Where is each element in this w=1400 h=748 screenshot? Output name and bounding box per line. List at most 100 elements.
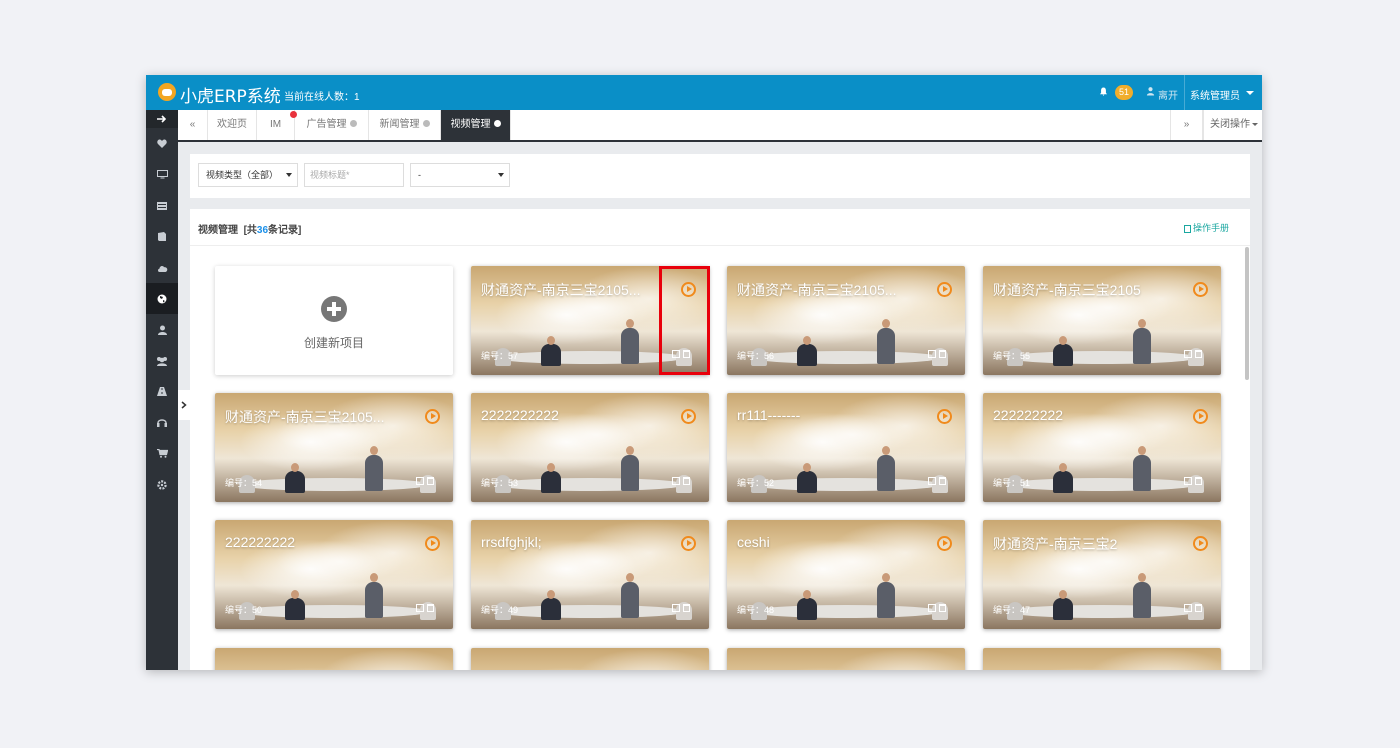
play-circle-icon[interactable] [937,409,952,424]
video-card-partial[interactable] [983,648,1221,670]
play-circle-icon[interactable] [425,536,440,551]
play-circle-icon[interactable] [937,282,952,297]
sidebar-item-favorites-heart-icon[interactable] [146,128,178,159]
presenter-figure [1133,455,1151,491]
edit-icon[interactable] [1184,604,1192,612]
tab-video-management[interactable]: 视频管理 [441,110,511,140]
close-icon[interactable] [493,119,501,127]
card-actions [672,350,690,360]
tab-welcome[interactable]: 欢迎页 [208,110,257,140]
scrollbar[interactable] [1245,247,1249,380]
sidebar-item-settings-gear-icon[interactable] [146,469,178,500]
user-menu[interactable]: 系统管理员 [1190,87,1240,102]
video-title: 财通资产-南京三宝2105... [225,409,385,425]
video-card[interactable]: 2222222222 编号：53 [471,393,709,502]
trash-icon[interactable] [683,477,690,485]
tab-bar: « 欢迎页 IM 广告管理 新闻管理 视频管理 » 关闭操作 [178,110,1262,142]
video-card[interactable]: 222222222 编号：51 [983,393,1221,502]
trash-icon[interactable] [427,477,434,485]
panel-title-text: 视频管理 [198,225,238,236]
video-card[interactable]: ceshi 编号：48 [727,520,965,629]
close-icon[interactable] [422,119,430,127]
tiger-logo-icon [158,83,176,101]
video-title: 财通资产-南京三宝2105 [993,282,1141,298]
chevron-down-icon[interactable] [1246,91,1254,95]
leave-button[interactable]: 离开 [1158,87,1178,102]
video-card[interactable]: rr111------- 编号：52 [727,393,965,502]
edit-icon[interactable] [928,604,936,612]
sidebar-item-headphones-icon[interactable] [146,407,178,438]
edit-icon[interactable] [672,350,680,358]
video-card-partial[interactable] [727,648,965,670]
play-circle-icon[interactable] [1193,282,1208,297]
play-circle-icon[interactable] [681,409,696,424]
video-card[interactable]: 222222222 编号：50 [215,520,453,629]
tab-next-button[interactable]: » [1170,110,1203,140]
presenter-head [626,573,634,582]
video-card-partial[interactable] [215,648,453,670]
edit-icon[interactable] [928,350,936,358]
manual-link[interactable]: 操作手册 [1184,221,1229,234]
video-type-select[interactable]: 视频类型（全部） [198,163,298,187]
video-card[interactable]: 财通资产-南京三宝2105... 编号：56 [727,266,965,375]
edit-icon[interactable] [672,477,680,485]
video-title: 2222222222 [481,407,559,423]
tab-prev-button[interactable]: « [178,110,208,140]
tab-ad-management[interactable]: 广告管理 [295,110,369,140]
edit-icon[interactable] [1184,350,1192,358]
sidebar-item-cloud-icon[interactable] [146,252,178,283]
bell-icon[interactable] [1099,87,1108,96]
edit-icon[interactable] [416,477,424,485]
sidebar-expand-chevron-icon[interactable] [178,390,190,420]
close-operations-menu[interactable]: 关闭操作 [1203,110,1262,140]
sidebar-item-user-icon[interactable] [146,314,178,345]
video-card[interactable]: 财通资产-南京三宝2 编号：47 [983,520,1221,629]
edit-icon[interactable] [928,477,936,485]
video-card-partial[interactable] [471,648,709,670]
trash-icon[interactable] [683,350,690,358]
chevron-down-icon [498,173,504,177]
edit-icon[interactable] [672,604,680,612]
sidebar-item-globe-icon[interactable] [146,283,178,314]
tab-news-management[interactable]: 新闻管理 [369,110,441,140]
play-circle-icon[interactable] [1193,536,1208,551]
trash-icon[interactable] [939,477,946,485]
sidebar-item-road-icon[interactable] [146,376,178,407]
trash-icon[interactable] [1195,350,1202,358]
person-head [803,336,811,345]
sidebar-item-book-icon[interactable] [146,221,178,252]
play-circle-icon[interactable] [681,536,696,551]
edit-icon[interactable] [1184,477,1192,485]
sidebar-item-desktop-icon[interactable] [146,159,178,190]
video-card[interactable]: rrsdfghjkl; 编号：49 [471,520,709,629]
presenter-figure [365,455,383,491]
trash-icon[interactable] [939,350,946,358]
play-circle-icon[interactable] [1193,409,1208,424]
sidebar-item-cart-icon[interactable] [146,438,178,469]
create-new-project-card[interactable]: 创建新项目 [215,266,453,375]
card-actions [416,477,434,487]
play-circle-icon[interactable] [681,282,696,297]
notification-badge[interactable]: 51 [1115,85,1134,100]
video-number: 编号：48 [737,605,775,615]
person-head [547,590,555,599]
trash-icon[interactable] [939,604,946,612]
video-card[interactable]: 财通资产-南京三宝2105... 编号：54 [215,393,453,502]
video-title-input[interactable]: 视频标题* [304,163,404,187]
trash-icon[interactable] [1195,477,1202,485]
trash-icon[interactable] [1195,604,1202,612]
edit-icon[interactable] [416,604,424,612]
sidebar-item-list-icon[interactable] [146,190,178,221]
trash-icon[interactable] [683,604,690,612]
sidebar-item-users-icon[interactable] [146,345,178,376]
sidebar-toggle-arrow-icon[interactable] [146,110,178,128]
extra-filter-select[interactable]: - [410,163,510,187]
video-number: 编号：52 [737,478,775,488]
video-card[interactable]: 财通资产-南京三宝2105 编号：55 [983,266,1221,375]
trash-icon[interactable] [427,604,434,612]
play-circle-icon[interactable] [425,409,440,424]
video-card[interactable]: 财通资产-南京三宝2105... 编号：57 [471,266,709,375]
close-icon[interactable] [349,119,357,127]
play-circle-icon[interactable] [937,536,952,551]
extra-filter-value: - [418,170,421,180]
